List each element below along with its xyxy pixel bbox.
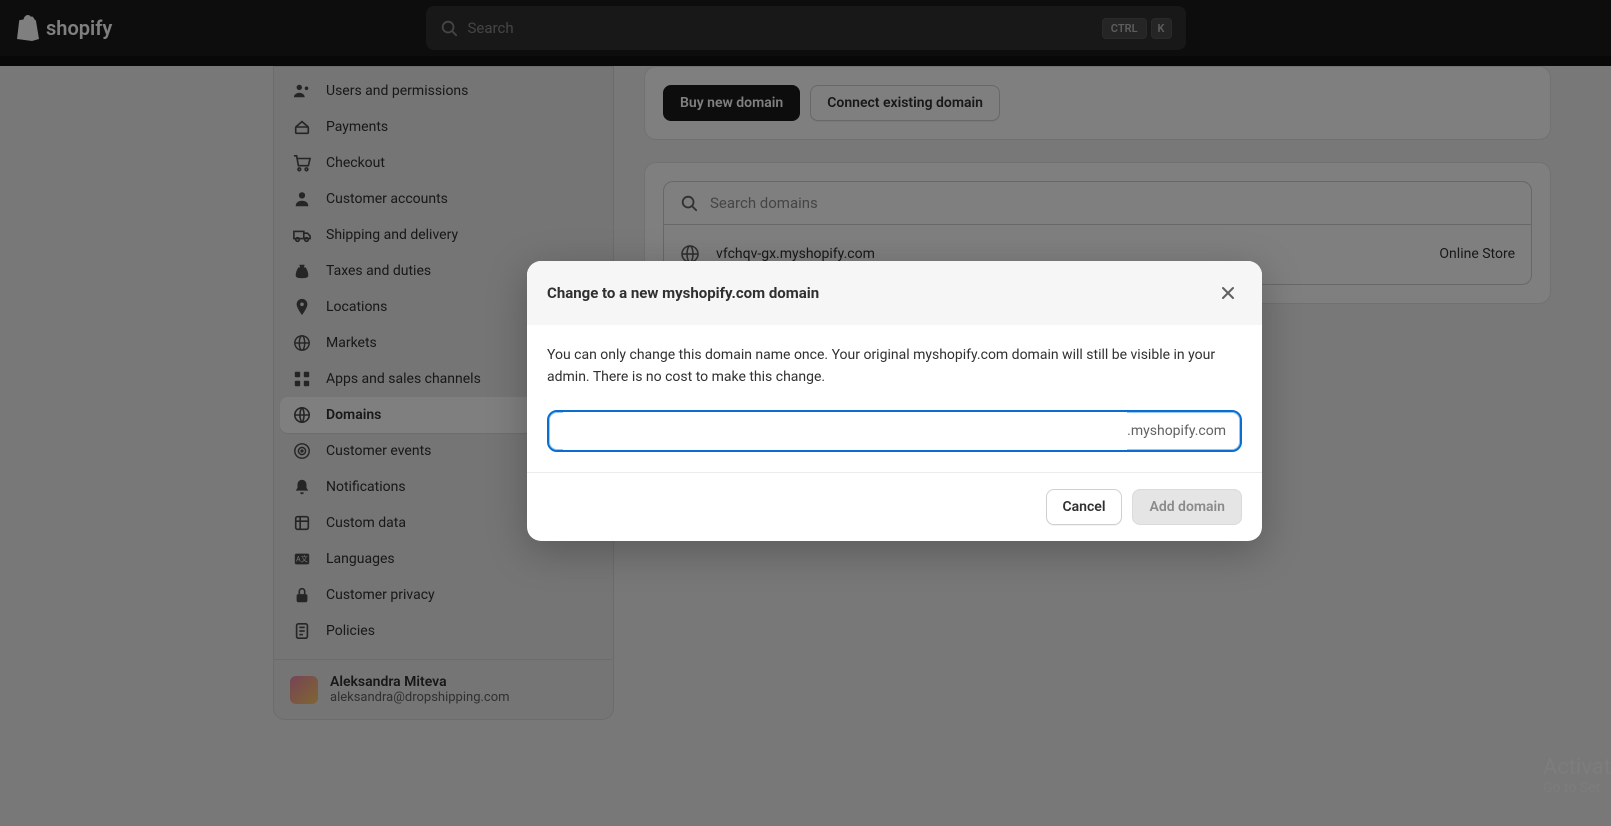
modal-header: Change to a new myshopify.com domain: [527, 261, 1262, 325]
modal-body: You can only change this domain name onc…: [527, 325, 1262, 472]
watermark: Activat Go to Set: [1543, 755, 1611, 796]
new-domain-input[interactable]: [563, 412, 1127, 450]
close-icon: [1220, 285, 1236, 301]
add-domain-button[interactable]: Add domain: [1132, 489, 1242, 525]
watermark-line2: Go to Set: [1543, 780, 1611, 796]
modal-title: Change to a new myshopify.com domain: [547, 284, 819, 302]
modal-close-button[interactable]: [1214, 279, 1242, 307]
watermark-line1: Activat: [1543, 755, 1611, 780]
modal-description: You can only change this domain name onc…: [547, 345, 1242, 388]
change-domain-modal: Change to a new myshopify.com domain You…: [527, 261, 1262, 541]
domain-suffix: .myshopify.com: [1127, 423, 1226, 439]
modal-footer: Cancel Add domain: [527, 472, 1262, 541]
cancel-button[interactable]: Cancel: [1046, 489, 1123, 525]
domain-input-wrap: .myshopify.com: [547, 410, 1242, 452]
